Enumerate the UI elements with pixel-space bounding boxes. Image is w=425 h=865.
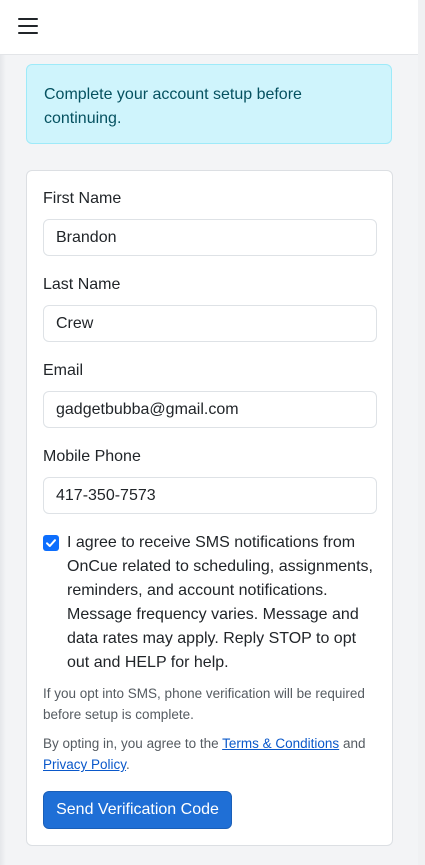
checkmark-icon <box>46 539 56 547</box>
sidebar-edge <box>0 55 6 865</box>
terms-conditions-link[interactable]: Terms & Conditions <box>222 736 339 751</box>
setup-alert: Complete your account setup before conti… <box>26 64 392 144</box>
last-name-input[interactable] <box>43 305 377 342</box>
email-input[interactable] <box>43 391 377 428</box>
terms-middle: and <box>339 736 366 751</box>
sms-consent-text: I agree to receive SMS notifications fro… <box>67 534 373 671</box>
email-label: Email <box>43 362 84 379</box>
sms-consent-checkbox[interactable] <box>43 535 59 551</box>
first-name-input[interactable] <box>43 219 377 256</box>
terms-suffix: . <box>126 757 130 772</box>
mobile-phone-label: Mobile Phone <box>43 448 141 465</box>
top-navbar <box>0 0 418 55</box>
scrollbar-track[interactable] <box>418 0 425 865</box>
send-verification-code-button[interactable]: Send Verification Code <box>43 791 232 829</box>
privacy-policy-link[interactable]: Privacy Policy <box>43 757 126 772</box>
verification-note: If you opt into SMS, phone verification … <box>43 686 365 722</box>
setup-alert-text: Complete your account setup before conti… <box>44 86 302 127</box>
terms-note: By opting in, you agree to the Terms & C… <box>43 733 379 775</box>
menu-icon[interactable] <box>18 17 38 35</box>
mobile-phone-input[interactable] <box>43 477 377 514</box>
terms-prefix: By opting in, you agree to the <box>43 736 223 751</box>
last-name-label: Last Name <box>43 276 121 293</box>
first-name-label: First Name <box>43 190 122 207</box>
